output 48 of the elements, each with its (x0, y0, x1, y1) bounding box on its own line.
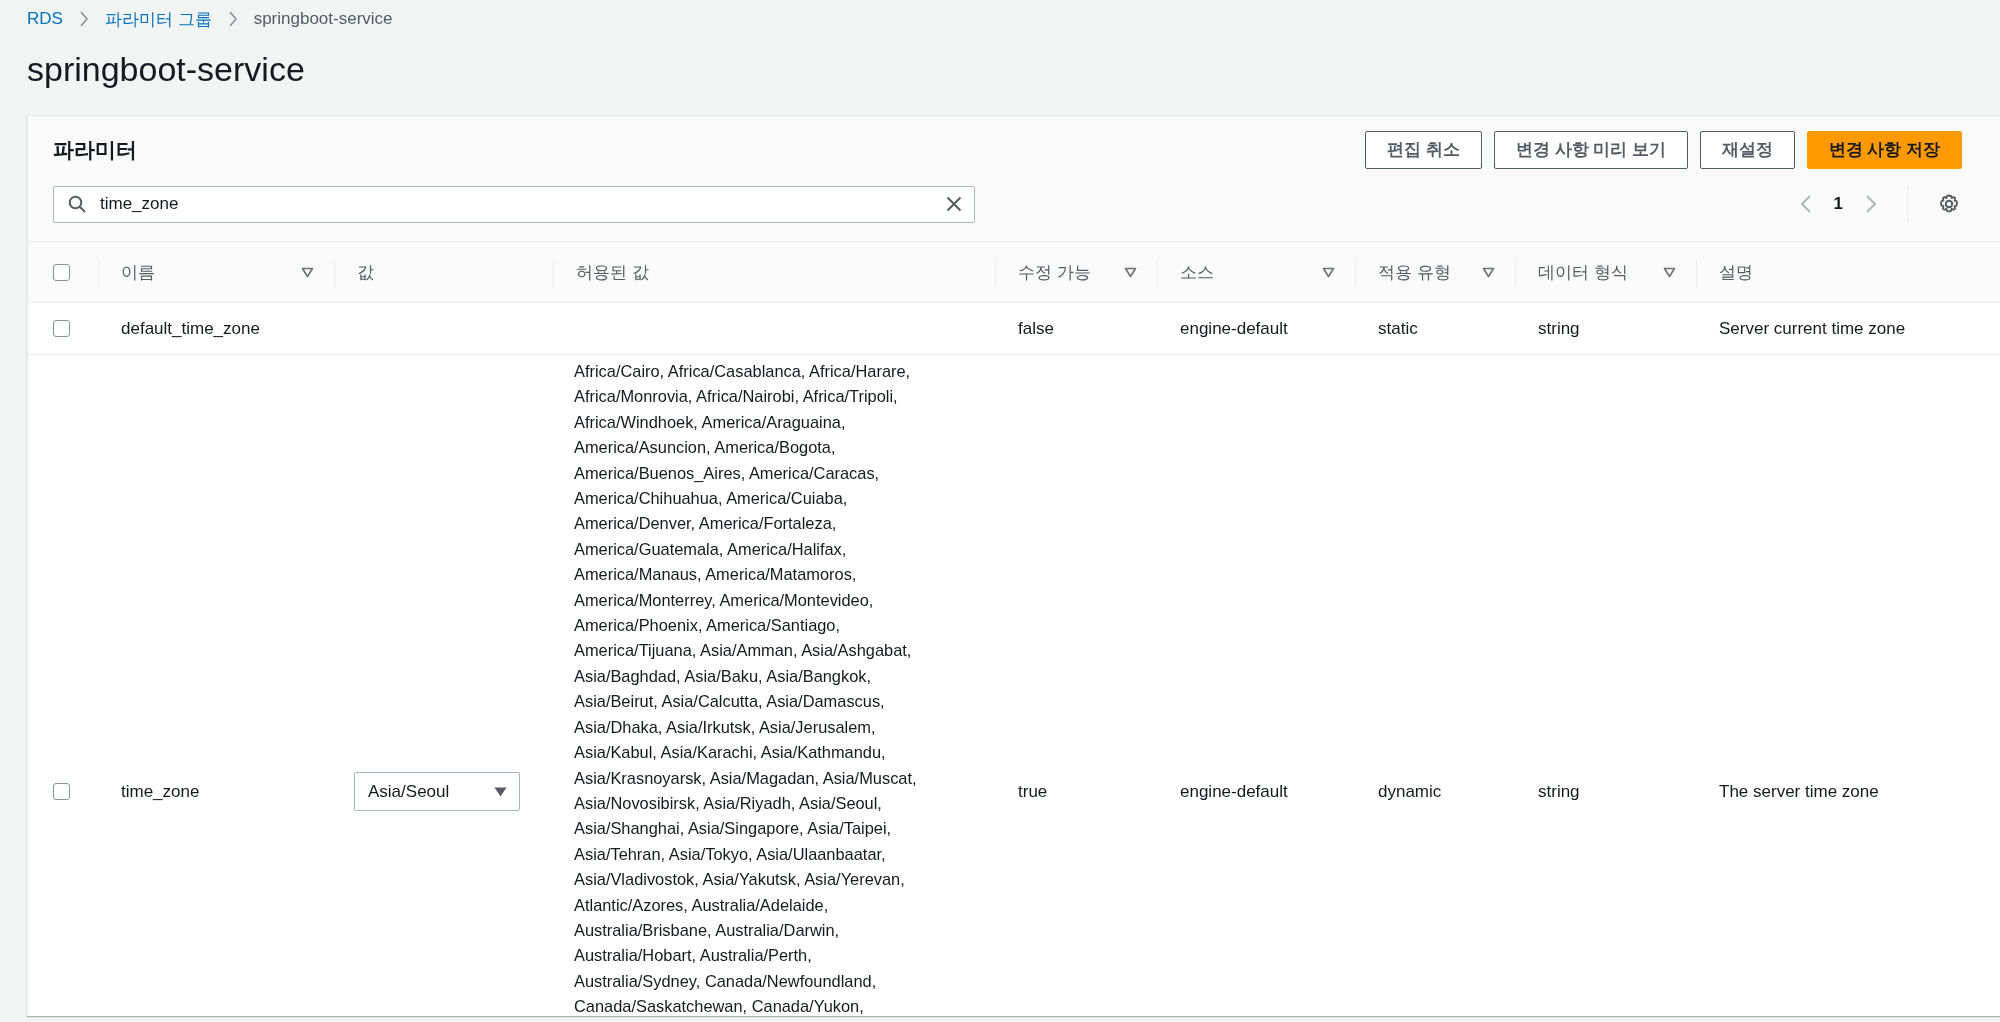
sort-icon[interactable] (1482, 266, 1495, 278)
checkbox[interactable] (53, 263, 70, 281)
table-cell: engine-default (1180, 318, 1288, 339)
panel-title: 파라미터 (53, 137, 137, 163)
save-changes-button[interactable]: 변경 사항 저장 (1806, 131, 1962, 169)
chevron-right-icon (78, 11, 89, 27)
chevron-right-icon (227, 11, 238, 27)
column-header: 허용된 값 (576, 261, 649, 284)
sort-icon[interactable] (1124, 266, 1137, 278)
search-icon (68, 195, 86, 213)
allowed-values-text: Africa/Cairo, Africa/Casablanca, Africa/Harare, Africa/Monrovia, Africa/Nairobi, Africa/Tripoli, Africa/Windhoek, America/Araguaina, America/Asuncion, America/Bogota, America/Buenos_Aires, America/Caracas, America/Chihuahua, America/Cuiaba, America/Denver, America/Fortaleza, America/Guatemala, America/Halifax, America/Manaus, America/Matamoros, America/Monterrey, America/Montevideo, America/Phoenix, America/Santiago, America/Tijuana, Asia/Amman, Asia/Ashgabat, Asia/Baghdad, Asia/Baku, Asia/Bangkok, Asia/Beirut, Asia/Calcutta, Asia/Damascus, Asia/Dhaka, Asia/Irkutsk, Asia/Jerusalem, Asia/Kabul, Asia/Karachi, Asia/Kathmandu, Asia/Krasnoyarsk, Asia/Magadan, Asia/Muscat, Asia/Novosibirsk, Asia/Riyadh, Asia/Seoul, Asia/Shanghai, Asia/Singapore, Asia/Taipei, Asia/Tehran, Asia/Tokyo, Asia/Ulaanbaatar, Asia/Vladivostok, Asia/Yakutsk, Asia/Yerevan, Atlantic/Azores, Australia/Adelaide, Australia/Brisbane, Australia/Darwin, Australia/Hobart, Australia/Perth, Australia/Sydney, Canada/Newfoundland, Canada/Saskatchewan, Canada/Yukon, (574, 361, 917, 1016)
table-cell: default_time_zone (121, 318, 260, 339)
column-header[interactable]: 적용 유형 (1378, 260, 1451, 284)
settings-icon[interactable] (1938, 193, 1960, 215)
sort-icon[interactable] (1663, 266, 1676, 278)
table-cell: true (1018, 781, 1048, 802)
table-cell: Server current time zone (1719, 318, 1906, 339)
sort-icon[interactable] (301, 266, 314, 278)
table-cell: string (1538, 318, 1580, 339)
column-header: 값 (357, 261, 374, 284)
page-number[interactable]: 1 (1833, 194, 1843, 214)
column-header[interactable]: 이름 (121, 260, 155, 284)
page-title: springboot-service (27, 49, 305, 90)
column-header: 설명 (1719, 261, 1753, 284)
value-dropdown[interactable]: Asia/Seoul (354, 772, 520, 811)
action-button[interactable]: 재설정 (1699, 131, 1795, 169)
table-cell: false (1018, 318, 1054, 339)
table-cell: string (1538, 781, 1580, 802)
clear-icon[interactable] (946, 196, 962, 212)
search-field[interactable]: time_zone (53, 185, 975, 223)
caret-down-icon (494, 786, 507, 797)
search-input[interactable]: time_zone (98, 193, 934, 215)
column-header[interactable]: 데이터 형식 (1538, 260, 1628, 284)
breadcrumb-link[interactable]: 파라미터 그룹 (104, 7, 212, 31)
table-cell: dynamic (1378, 781, 1442, 802)
action-button[interactable]: 변경 사항 미리 보기 (1494, 131, 1688, 169)
breadcrumb-current: springboot-service (253, 9, 393, 29)
checkbox[interactable] (53, 783, 70, 800)
table-cell: time_zone (121, 781, 200, 802)
table-cell: The server time zone (1719, 781, 1879, 802)
column-header[interactable]: 수정 가능 (1018, 260, 1091, 284)
table-cell: static (1378, 318, 1418, 339)
breadcrumb-link[interactable]: RDS (27, 9, 63, 29)
action-button[interactable]: 편집 취소 (1365, 131, 1483, 169)
column-header[interactable]: 소스 (1180, 260, 1214, 284)
table-cell: engine-default (1180, 781, 1288, 802)
checkbox[interactable] (53, 320, 70, 337)
sort-icon[interactable] (1322, 266, 1335, 278)
